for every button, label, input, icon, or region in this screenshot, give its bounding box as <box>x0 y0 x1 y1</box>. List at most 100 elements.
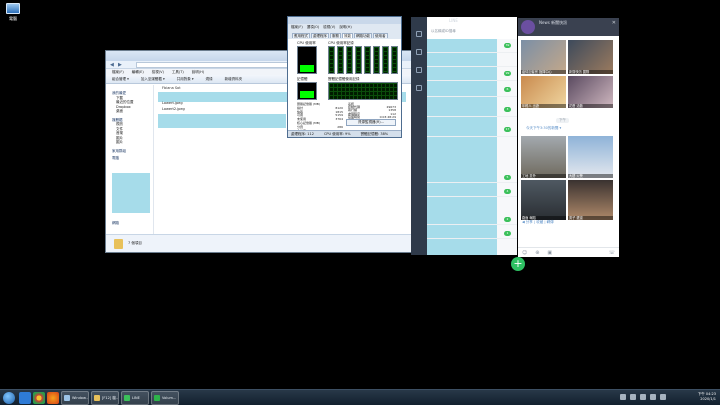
forward-icon[interactable]: ▶ <box>118 62 122 68</box>
tm-menu-view[interactable]: 檢視(V) <box>323 25 335 30</box>
add-to-library-button[interactable]: 加入至媒體櫃 ▾ <box>141 77 165 82</box>
news-card[interactable]: 疫情記者會 指揮中心 新聞快訊 國際 年輕人 出遊 花燈 活動 <box>521 40 613 108</box>
ie-icon[interactable] <box>19 392 31 404</box>
emoji-icon[interactable]: ☺ <box>522 250 527 256</box>
tm-menu-file[interactable]: 檔案(F) <box>291 25 303 30</box>
tray-icon[interactable] <box>620 394 626 400</box>
chrome-icon[interactable] <box>33 392 45 404</box>
task-manager-window: 檔案(F) 選項(O) 檢視(V) 說明(H) 應用程式 處理程序 服務 效能 … <box>287 16 402 138</box>
news-meta[interactable]: 今天下午3:30的新聞 ▾ <box>526 126 561 131</box>
item-count: 7 個項目 <box>128 241 142 245</box>
nav-item-desktop[interactable]: 桌面 <box>112 109 153 114</box>
new-chat-button[interactable]: + <box>511 257 525 271</box>
chat-row[interactable]: 99 <box>427 67 517 81</box>
tray-icon[interactable] <box>630 394 636 400</box>
attach-icon[interactable]: ⊕ <box>535 250 539 256</box>
chats-icon[interactable] <box>416 49 422 55</box>
organize-button[interactable]: 組合管理 ▾ <box>112 77 129 82</box>
back-icon[interactable]: ◀ <box>110 62 114 68</box>
cpu-core-graph <box>364 46 371 74</box>
network-icon[interactable] <box>650 394 656 400</box>
file-item[interactable]: Lowert2.jpeg <box>156 107 185 112</box>
tab-services[interactable]: 服務 <box>330 32 341 38</box>
news-image[interactable]: 花燈 活動 <box>568 76 613 108</box>
news-timestamp: 下午 <box>556 118 569 123</box>
taskbar-task-folder[interactable]: [F12] 檔... <box>91 391 119 405</box>
news-card[interactable]: 工地 意外 大樓 火警 路面 塌陷 男子 遭逮 <box>521 136 613 220</box>
news-image[interactable]: 年輕人 出遊 <box>521 76 566 108</box>
chat-row[interactable]: 5 <box>427 169 517 183</box>
add-friend-icon[interactable] <box>416 67 422 73</box>
tab-performance[interactable]: 效能 <box>342 32 353 38</box>
computer-icon <box>6 3 20 14</box>
chat-row[interactable]: 3 <box>427 103 517 117</box>
news-image[interactable]: 新聞快訊 國際 <box>568 40 613 74</box>
folder-icon <box>114 239 123 249</box>
news-image[interactable]: 工地 意外 <box>521 136 566 178</box>
image-icon[interactable]: ▣ <box>547 250 552 256</box>
stat-value: 3764 <box>335 117 343 122</box>
nav-computer-label[interactable]: 電腦 <box>112 156 153 161</box>
news-image[interactable]: 疫情記者會 指揮中心 <box>521 40 566 74</box>
cpu-core-graph <box>391 46 398 74</box>
chat-search-input[interactable]: 以名稱或ID搜尋 <box>431 29 456 34</box>
file-item[interactable]: Lowert.jpeg <box>156 101 183 106</box>
tray-icon[interactable] <box>640 394 646 400</box>
tm-menu-options[interactable]: 選項(O) <box>307 25 320 30</box>
avatar[interactable] <box>521 20 535 34</box>
unread-badge: 1 <box>504 231 511 236</box>
desktop-computer-icon[interactable]: 電腦 <box>2 3 24 22</box>
tab-users[interactable]: 使用者 <box>373 32 388 38</box>
news-account-name: News 新聞快訊 <box>539 20 568 25</box>
menu-help[interactable]: 說明(H) <box>192 70 204 75</box>
friends-icon[interactable] <box>416 31 422 37</box>
menu-file[interactable]: 檔案(F) <box>112 70 124 75</box>
taskbar-task-explorer[interactable]: Window... <box>61 391 89 405</box>
cpu-usage-meter <box>297 46 317 74</box>
chat-row[interactable]: 2 <box>427 211 517 225</box>
menu-view[interactable]: 檢視(V) <box>152 70 164 75</box>
cpu-usage-status: CPU 使用率: 9% <box>323 131 351 136</box>
line-window: LINE 以名稱或ID搜尋 39 99 6 3 17 5 4 2 1 + <box>411 17 525 271</box>
start-button[interactable] <box>3 392 15 404</box>
chat-row[interactable] <box>427 53 517 67</box>
volume-icon[interactable] <box>660 394 666 400</box>
nav-item-pictures-2[interactable]: 圖片 <box>112 140 153 145</box>
tab-applications[interactable]: 應用程式 <box>292 32 310 38</box>
tm-menu-help[interactable]: 說明(H) <box>339 25 351 30</box>
news-image[interactable]: 路面 塌陷 <box>521 180 566 220</box>
close-icon[interactable]: ✕ <box>612 20 616 26</box>
news-image[interactable]: 大樓 火警 <box>568 136 613 178</box>
more-icon[interactable] <box>416 85 422 91</box>
phone-icon[interactable]: ☏ <box>609 250 615 256</box>
firefox-icon[interactable] <box>47 392 59 404</box>
nav-homegroup-label[interactable]: 家用群組 <box>112 149 153 154</box>
cpu-history-graphs <box>328 46 398 74</box>
share-with-button[interactable]: 共用對象 ▾ <box>177 77 194 82</box>
burn-button[interactable]: 燒錄 <box>206 77 213 82</box>
nav-network-label[interactable]: 網路 <box>112 221 119 226</box>
news-image[interactable]: 男子 遭逮 <box>568 180 613 220</box>
chat-row[interactable]: 17 <box>427 123 517 137</box>
address-bar[interactable] <box>136 62 296 68</box>
new-folder-button[interactable]: 新增資料夾 <box>225 77 243 82</box>
clock[interactable]: 下午 04:23 2020/1/1 <box>698 392 716 402</box>
news-share-bar[interactable]: ◀ 分享 | 收藏 | 轉傳 <box>522 220 554 225</box>
file-item[interactable]: Fbiana Sot <box>156 86 181 91</box>
tab-processes[interactable]: 處理程序 <box>311 32 329 38</box>
chat-row[interactable]: 1 <box>427 225 517 239</box>
memory-usage-status: 實體記憶體: 38% <box>360 131 389 136</box>
resource-monitor-button[interactable]: 資源監視器(R)... <box>346 119 396 126</box>
cpu-core-graph <box>328 46 335 74</box>
chat-row[interactable]: 6 <box>427 83 517 97</box>
task-manager-titlebar[interactable] <box>288 17 401 24</box>
tab-networking[interactable]: 網路功能 <box>354 32 372 38</box>
line-title: LINE <box>449 18 458 23</box>
taskbar-task-line[interactable]: LINE <box>121 391 149 405</box>
menu-tools[interactable]: 工具(T) <box>172 70 184 75</box>
chat-row[interactable]: 4 <box>427 183 517 197</box>
taskbar-task-volume[interactable]: Volum... <box>151 391 179 405</box>
chat-row[interactable]: 39 <box>427 39 517 53</box>
menu-edit[interactable]: 編輯(E) <box>132 70 144 75</box>
unread-badge: 2 <box>504 217 511 222</box>
